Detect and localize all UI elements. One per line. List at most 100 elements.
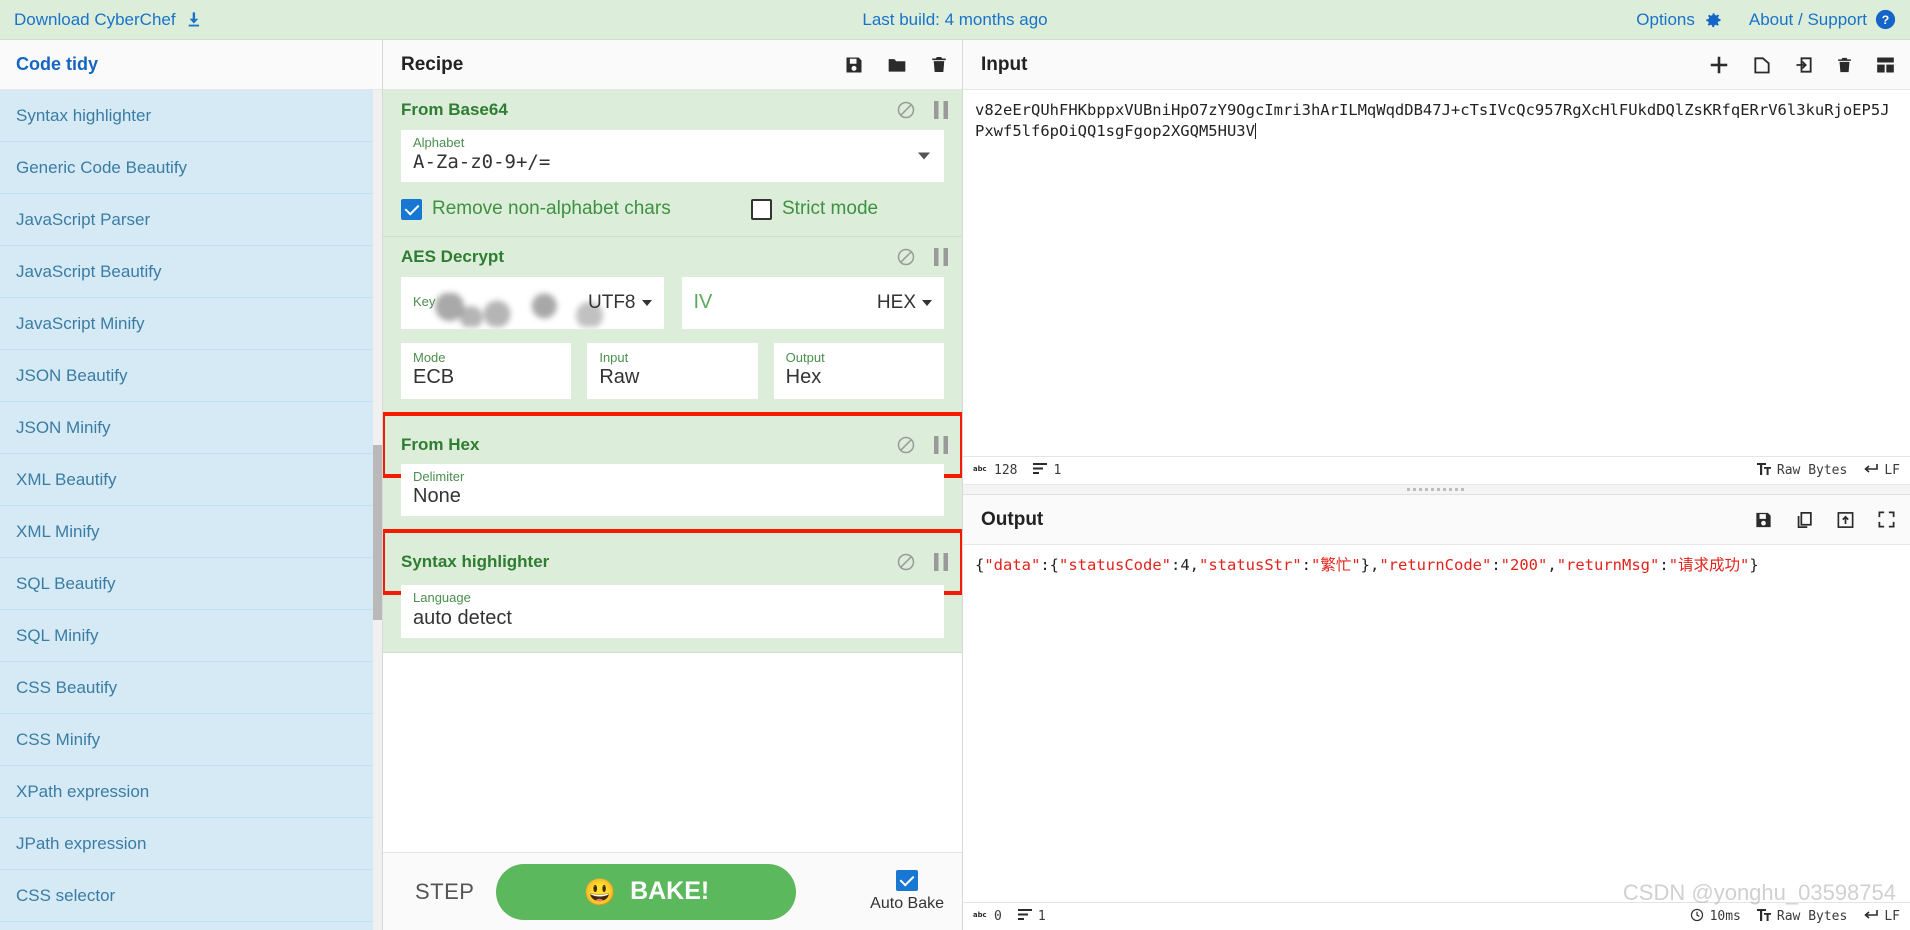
trash-icon[interactable] (1836, 55, 1853, 75)
disable-icon[interactable] (896, 552, 916, 572)
operation-sql-minify[interactable]: SQL Minify (0, 610, 382, 662)
enter-icon (1863, 463, 1879, 479)
copy-icon[interactable] (1795, 510, 1814, 530)
operation-css-beautify[interactable]: CSS Beautify (0, 662, 382, 714)
language-label: Language (413, 590, 471, 606)
bake-button[interactable]: 😃 BAKE! (496, 863, 797, 920)
output-content[interactable]: {"data":{"statusCode":4,"statusStr":"繁忙"… (963, 545, 1910, 902)
chevron-down-icon[interactable] (918, 152, 930, 160)
input-title: Input (981, 53, 1028, 75)
json-token: : (1659, 556, 1669, 574)
recipe-op-syntax-highlighter[interactable]: Syntax highlighter Language auto detect (383, 529, 962, 653)
remove-non-alphabet-chars-checkbox[interactable]: Remove non-alphabet chars (401, 198, 751, 220)
about-support-button[interactable]: About / Support ? (1749, 9, 1896, 30)
key-field[interactable]: Key UTF8 (401, 277, 664, 329)
download-cyberchef-link[interactable]: Download CyberChef (0, 10, 203, 30)
trash-icon[interactable] (930, 54, 948, 75)
disable-icon[interactable] (896, 100, 916, 120)
operation-javascript-parser[interactable]: JavaScript Parser (0, 194, 382, 246)
json-token: :{ (1040, 556, 1060, 574)
operation-javascript-beautify[interactable]: JavaScript Beautify (0, 246, 382, 298)
key-encoding-select[interactable]: UTF8 (588, 292, 652, 314)
operation-javascript-minify[interactable]: JavaScript Minify (0, 298, 382, 350)
input-textarea[interactable]: v82eErQUhFHKbppxVUBniHpO7zY9OgcImri3hArI… (963, 90, 1910, 456)
output-length-group[interactable]: abc 0 (973, 909, 1002, 924)
operation-json-beautify[interactable]: JSON Beautify (0, 350, 382, 402)
download-icon[interactable] (184, 10, 203, 29)
aes-output-field[interactable]: Output Hex (773, 343, 944, 399)
checkbox-box[interactable] (751, 198, 772, 220)
disable-icon[interactable] (896, 247, 916, 267)
sidebar-scrollbar-thumb[interactable] (373, 445, 382, 620)
checkbox-box[interactable] (896, 870, 919, 891)
open-file-icon[interactable] (1794, 55, 1814, 75)
recipe-op-title: AES Decrypt (401, 247, 504, 266)
pause-icon[interactable] (934, 101, 948, 119)
iv-encoding-select[interactable]: HEX (877, 292, 932, 314)
operation-json-minify[interactable]: JSON Minify (0, 402, 382, 454)
input-eol-group[interactable]: LF (1863, 463, 1900, 479)
output-eol-value: LF (1884, 909, 1900, 924)
operation-xml-beautify[interactable]: XML Beautify (0, 454, 382, 506)
language-field[interactable]: Language auto detect (401, 585, 944, 638)
category-label: Code tidy (16, 54, 99, 74)
operation-syntax-highlighter[interactable]: Syntax highlighter (0, 90, 382, 142)
pause-icon[interactable] (934, 553, 948, 572)
gear-icon[interactable] (1703, 10, 1723, 30)
step-button[interactable]: STEP (401, 879, 496, 905)
output-raw-bytes-group[interactable]: Raw Bytes (1756, 908, 1847, 925)
lines-icon (1033, 463, 1048, 478)
iv-field[interactable]: IV HEX (681, 277, 944, 329)
operation-xml-minify[interactable]: XML Minify (0, 506, 382, 558)
mode-field[interactable]: Mode ECB (401, 343, 572, 399)
category-header-code-tidy[interactable]: Code tidy (0, 40, 382, 90)
recipe-op-aes-decrypt[interactable]: AES Decrypt Key (383, 237, 962, 414)
delimiter-field[interactable]: Delimiter None (401, 464, 944, 517)
last-build-wrap: Last build: 4 months ago (0, 10, 1910, 30)
maximise-icon[interactable] (1877, 510, 1896, 529)
recipe-panel: Recipe From Base64 Alphabet A-Za-z0-9+/=… (383, 40, 963, 930)
alphabet-field[interactable]: Alphabet A-Za-z0-9+/= (401, 130, 944, 182)
output-eol-group[interactable]: LF (1863, 909, 1900, 925)
checkbox-box[interactable] (401, 198, 422, 220)
input-header: Input (963, 40, 1910, 90)
input-lines-group[interactable]: 1 (1033, 463, 1061, 478)
operation-generic-code-beautify[interactable]: Generic Code Beautify (0, 142, 382, 194)
operation-css-minify[interactable]: CSS Minify (0, 714, 382, 766)
json-token: "statusStr" (1199, 556, 1302, 574)
output-lines-group[interactable]: 1 (1017, 909, 1046, 924)
input-length-group[interactable]: abc 128 (973, 463, 1017, 478)
output-duration-group[interactable]: 10ms (1690, 908, 1741, 926)
strict-mode-checkbox[interactable]: Strict mode (751, 198, 878, 220)
enter-icon (1863, 909, 1879, 925)
input-raw-bytes-value: Raw Bytes (1776, 463, 1848, 478)
pause-icon[interactable] (934, 436, 948, 454)
sidebar-scrollbar-track[interactable] (373, 90, 382, 930)
input-raw-bytes-group[interactable]: Raw Bytes (1756, 462, 1848, 479)
operation-jpath-expression[interactable]: JPath expression (0, 818, 382, 870)
operation-css-selector[interactable]: CSS selector (0, 870, 382, 922)
recipe-op-controls (896, 435, 948, 455)
options-button[interactable]: Options (1636, 10, 1723, 30)
operation-strip-html-tags[interactable]: Strip HTML tags (0, 922, 382, 930)
recipe-empty-space[interactable] (383, 652, 962, 715)
replace-input-icon[interactable] (1836, 510, 1855, 530)
recipe-op-from-hex[interactable]: From Hex Delimiter None (383, 412, 962, 532)
operation-sql-beautify[interactable]: SQL Beautify (0, 558, 382, 610)
io-splitter[interactable] (963, 484, 1910, 495)
tabs-icon[interactable] (1875, 55, 1896, 75)
chef-icon: 😃 (583, 876, 617, 907)
question-icon[interactable]: ? (1875, 9, 1896, 30)
operation-xpath-expression[interactable]: XPath expression (0, 766, 382, 818)
folder-icon[interactable] (886, 55, 908, 75)
plus-icon[interactable] (1708, 54, 1730, 76)
disable-icon[interactable] (896, 435, 916, 455)
recipe-op-from-base64[interactable]: From Base64 Alphabet A-Za-z0-9+/= Remove… (383, 90, 962, 237)
aes-input-field[interactable]: Input Raw (587, 343, 758, 399)
open-folder-icon[interactable] (1752, 55, 1772, 75)
save-icon[interactable] (844, 55, 864, 75)
auto-bake-checkbox[interactable]: Auto Bake (848, 870, 944, 913)
pause-icon[interactable] (934, 248, 948, 266)
save-icon[interactable] (1754, 510, 1773, 530)
operation-label: JavaScript Minify (16, 313, 145, 333)
